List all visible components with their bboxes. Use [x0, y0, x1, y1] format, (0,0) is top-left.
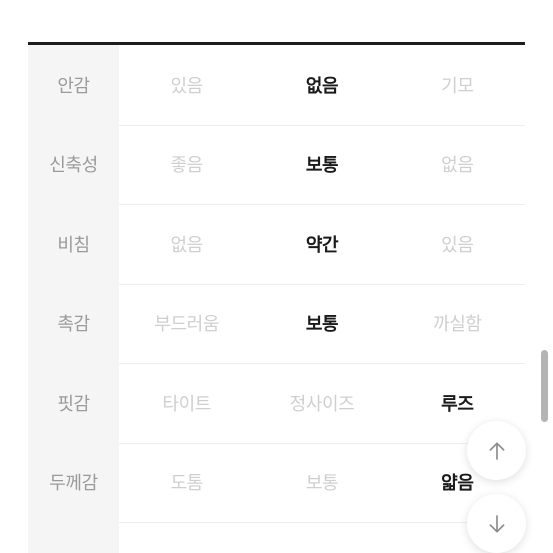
spec-option-selected[interactable]: 없음: [254, 72, 389, 98]
product-spec-table: 안감 있음 없음 기모 신축성 좋음 보통 없음 비침 없음 약간 있음 촉감 …: [28, 42, 525, 553]
table-row: 두께감 도톰 보통 얇음: [28, 442, 525, 522]
table-row: 신축성 좋음 보통 없음: [28, 124, 525, 204]
table-row: 안감 있음 없음 기모: [28, 45, 525, 125]
scroll-to-bottom-button[interactable]: [467, 494, 526, 553]
spec-option[interactable]: 좋음: [119, 151, 254, 177]
spec-option-selected[interactable]: 약간: [254, 231, 389, 257]
spec-option[interactable]: 있음: [119, 72, 254, 98]
spec-option-group: 있음 없음 기모: [119, 45, 525, 125]
spec-option-group: 좋음 보통 없음: [119, 124, 525, 204]
spec-option-group: 봄가을 여름 겨울: [119, 522, 525, 553]
table-row: 촉감 부드러움 보통 까실함: [28, 283, 525, 363]
vertical-scrollbar-thumb[interactable]: [541, 350, 548, 422]
table-row: 핏감 타이트 정사이즈 루즈: [28, 363, 525, 443]
arrow-up-icon: [484, 438, 510, 464]
spec-row-label: 계절감: [28, 522, 119, 553]
spec-row-label: 촉감: [28, 283, 119, 363]
spec-option-group: 도톰 보통 얇음: [119, 442, 525, 522]
spec-option[interactable]: 보통: [254, 469, 389, 495]
spec-option[interactable]: 타이트: [119, 390, 254, 416]
spec-option-group: 타이트 정사이즈 루즈: [119, 363, 525, 443]
spec-option-selected[interactable]: 봄가을: [119, 549, 254, 553]
spec-row-label: 안감: [28, 45, 119, 125]
spec-row-label: 비침: [28, 204, 119, 284]
spec-option-selected[interactable]: 루즈: [390, 390, 525, 416]
page-root: 안감 있음 없음 기모 신축성 좋음 보통 없음 비침 없음 약간 있음 촉감 …: [0, 0, 553, 553]
spec-row-label: 신축성: [28, 124, 119, 204]
spec-option[interactable]: 부드러움: [119, 310, 254, 336]
vertical-scrollbar-track[interactable]: [541, 0, 548, 553]
spec-row-label: 두께감: [28, 442, 119, 522]
scroll-to-top-button[interactable]: [467, 421, 526, 480]
spec-option[interactable]: 도톰: [119, 469, 254, 495]
spec-option-selected[interactable]: 보통: [254, 151, 389, 177]
spec-option[interactable]: 있음: [390, 231, 525, 257]
spec-option[interactable]: 정사이즈: [254, 390, 389, 416]
arrow-down-icon: [484, 511, 510, 537]
spec-option[interactable]: 까실함: [390, 310, 525, 336]
spec-option[interactable]: 여름: [254, 549, 389, 553]
table-row: 계절감 봄가을 여름 겨울: [28, 522, 525, 553]
spec-option[interactable]: 없음: [390, 151, 525, 177]
spec-option[interactable]: 기모: [390, 72, 525, 98]
table-row: 비침 없음 약간 있음: [28, 204, 525, 284]
spec-option-group: 부드러움 보통 까실함: [119, 283, 525, 363]
spec-option-group: 없음 약간 있음: [119, 204, 525, 284]
spec-option-selected[interactable]: 보통: [254, 310, 389, 336]
spec-option[interactable]: 없음: [119, 231, 254, 257]
spec-row-label: 핏감: [28, 363, 119, 443]
